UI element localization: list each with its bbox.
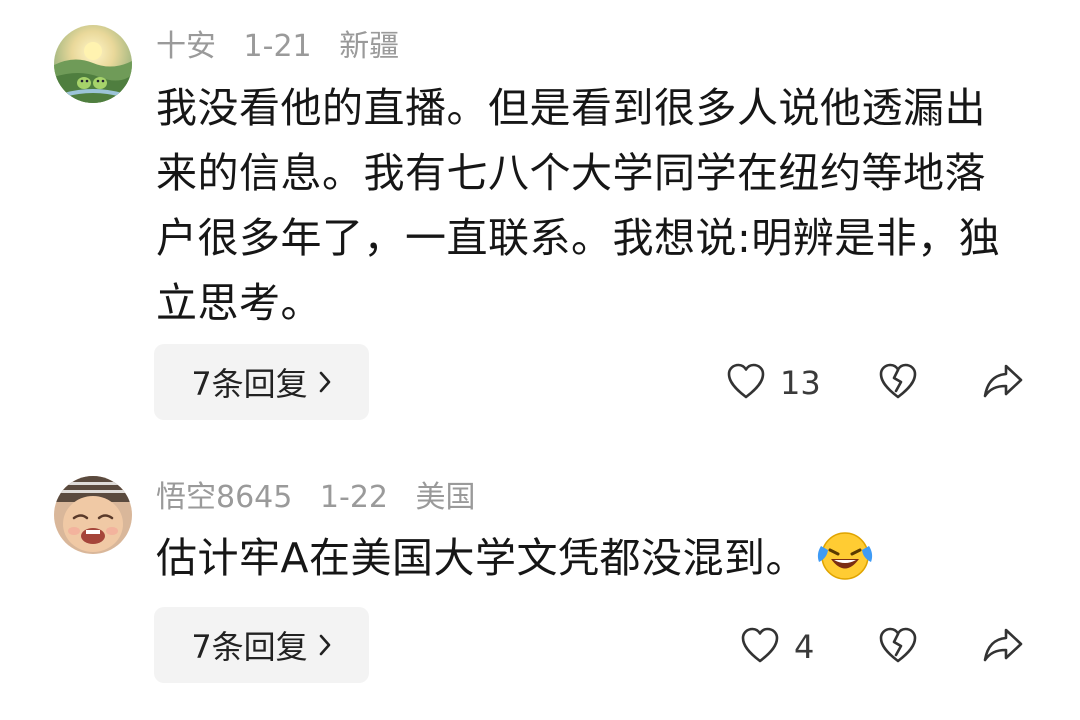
like-count: 13	[780, 364, 821, 402]
share-arrow-icon	[982, 626, 1024, 668]
avatar[interactable]	[54, 476, 132, 554]
laughing-crying-emoji-icon	[815, 528, 875, 601]
baby-face-avatar-icon	[54, 476, 132, 554]
comment-actions: 13	[0, 344, 1080, 420]
avatar[interactable]	[54, 25, 132, 103]
dislike-button[interactable]	[878, 626, 918, 668]
heart-outline-icon	[726, 362, 766, 404]
share-arrow-icon	[982, 362, 1024, 404]
comment-meta: 十安 1-21 新疆	[156, 27, 417, 67]
comment-location: 新疆	[339, 29, 400, 64]
nature-scene-avatar-icon	[54, 25, 132, 103]
comment-text-row: 估计牢A在美国大学文凭都没混到。	[156, 526, 1016, 601]
dislike-button[interactable]	[878, 362, 918, 404]
comment-text: 我没看他的直播。但是看到很多人说他透漏出来的信息。我有七八个大学同学在纽约等地落…	[156, 84, 1001, 327]
comment-text: 估计牢A在美国大学文凭都没混到。	[156, 534, 808, 582]
like-button[interactable]: 13	[726, 362, 821, 404]
comment-actions: 4	[0, 608, 1080, 684]
share-button[interactable]	[982, 626, 1024, 668]
like-count: 4	[794, 628, 815, 666]
comment-date: 1-21	[243, 29, 312, 64]
share-button[interactable]	[982, 362, 1024, 404]
heart-outline-icon	[740, 626, 780, 668]
broken-heart-icon	[878, 362, 918, 404]
username[interactable]: 悟空8645	[156, 480, 292, 515]
comment-location: 美国	[415, 480, 476, 515]
comment-meta: 悟空8645 1-22 美国	[156, 478, 494, 518]
username[interactable]: 十安	[156, 29, 216, 64]
comment-date: 1-22	[319, 480, 388, 515]
like-button[interactable]: 4	[740, 626, 814, 668]
broken-heart-icon	[878, 626, 918, 668]
